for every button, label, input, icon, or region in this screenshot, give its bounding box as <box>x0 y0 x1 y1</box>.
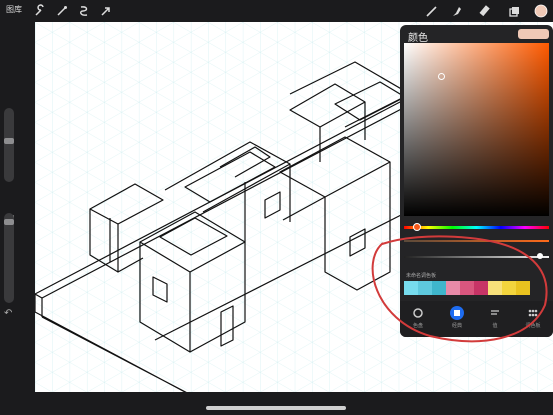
palette-swatch[interactable] <box>446 281 460 295</box>
tab-disc[interactable]: 色盘 <box>403 306 433 329</box>
wrench-icon[interactable] <box>33 3 47 17</box>
tab-label: 调色板 <box>525 323 541 329</box>
magic-wand-icon[interactable] <box>55 3 69 17</box>
disc-icon <box>411 306 425 320</box>
palette-swatch[interactable] <box>418 281 432 295</box>
smudge-icon[interactable] <box>450 3 464 17</box>
brightness-slider[interactable] <box>404 256 549 258</box>
saturation-slider[interactable] <box>404 240 549 242</box>
color-mode-tabs: 色盘 经典 值 调色板 <box>400 301 553 337</box>
palette-title: 未命名调色板 <box>406 273 437 279</box>
opacity-handle[interactable] <box>4 219 14 225</box>
palette-swatch[interactable] <box>474 281 488 295</box>
palette-swatch[interactable] <box>460 281 474 295</box>
selection-icon[interactable] <box>77 3 91 17</box>
eraser-icon[interactable] <box>478 3 492 17</box>
color-panel: 颜色 未命名调色板 色盘 经典 值 调色板 <box>400 25 553 337</box>
palette-swatch[interactable] <box>404 281 418 295</box>
color-panel-title: 颜色 <box>408 33 428 44</box>
top-toolbar: 图库 <box>0 0 553 20</box>
color-icon[interactable] <box>534 3 548 18</box>
tab-label: 色盘 <box>412 323 423 329</box>
undo-icon[interactable]: ↶ <box>4 308 12 319</box>
palette-swatches <box>404 281 530 295</box>
tab-label: 值 <box>492 323 498 329</box>
layers-icon[interactable] <box>507 3 521 17</box>
brush-icon[interactable] <box>425 3 439 17</box>
gallery-button[interactable]: 图库 <box>6 4 22 15</box>
picker-cursor[interactable] <box>438 73 445 80</box>
hue-slider[interactable] <box>404 226 549 229</box>
home-indicator <box>206 406 346 410</box>
tab-label: 经典 <box>451 323 462 329</box>
brush-size-handle[interactable] <box>4 138 14 144</box>
hue-slider-handle[interactable] <box>413 223 421 231</box>
opacity-slider[interactable] <box>4 213 14 303</box>
palette-swatch[interactable] <box>516 281 530 295</box>
classic-icon <box>450 306 464 320</box>
saturation-brightness-picker[interactable] <box>404 43 549 216</box>
palette-swatch[interactable] <box>488 281 502 295</box>
tab-classic[interactable]: 经典 <box>442 306 472 329</box>
harmony-icon <box>488 306 502 320</box>
palette-swatch[interactable] <box>502 281 516 295</box>
tab-value[interactable]: 值 <box>480 306 510 329</box>
brush-size-slider[interactable] <box>4 108 14 182</box>
brightness-slider-handle[interactable] <box>537 253 543 259</box>
sidebar: ↶ <box>0 20 22 415</box>
palette-swatch[interactable] <box>432 281 446 295</box>
current-color-swatch[interactable] <box>518 29 549 39</box>
tab-palettes[interactable]: 调色板 <box>518 306 548 329</box>
transform-arrow-icon[interactable] <box>99 3 113 17</box>
palettes-icon <box>526 306 540 320</box>
